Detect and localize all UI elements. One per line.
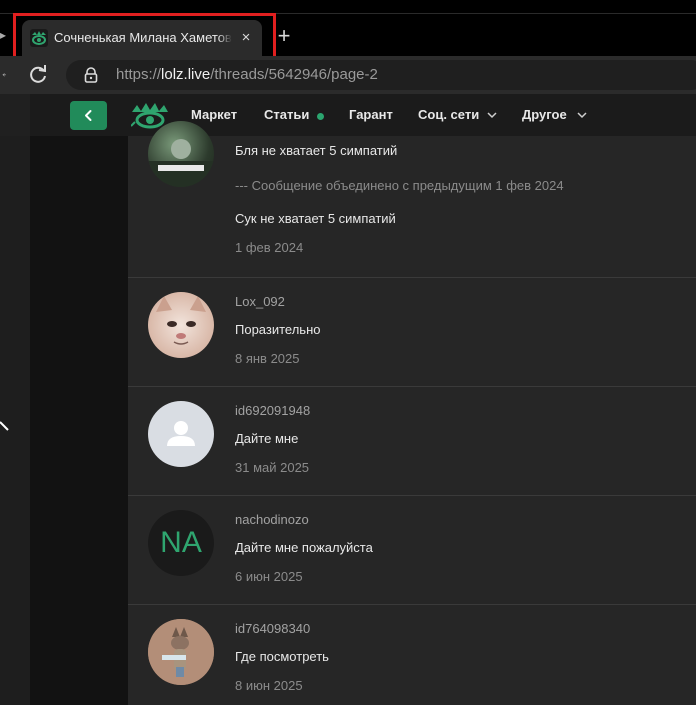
tab-highlight-box — [13, 13, 276, 59]
post-message: Дайте мне пожалуйста — [235, 540, 373, 555]
previous-tab-edge[interactable]: ▸ — [0, 28, 8, 44]
list-item: Lox_092 Поразительно 8 янв 2025 — [128, 277, 696, 386]
list-item: NA nachodinozo Дайте мне пожалуйста 6 ию… — [128, 495, 696, 604]
list-item: Бля не хватает 5 симпатий --- Сообщение … — [128, 106, 696, 277]
post-username[interactable]: id692091948 — [235, 403, 310, 419]
cat-avatar-icon — [148, 619, 214, 685]
nav-left-strip — [0, 94, 30, 136]
avatar-initials: NA — [160, 526, 202, 559]
post-date[interactable]: 6 июн 2025 — [235, 569, 303, 585]
reload-icon[interactable] — [26, 62, 50, 86]
post-message: Дайте мне — [235, 431, 299, 446]
post-username[interactable]: nachodinozo — [235, 512, 309, 528]
list-item: id692091948 Дайте мне 31 май 2025 — [128, 386, 696, 495]
url-input[interactable]: https://lolz.live/threads/5642946/page-2 — [66, 60, 696, 90]
avatar[interactable]: NA — [148, 510, 214, 576]
avatar[interactable] — [148, 619, 214, 685]
avatar[interactable] — [148, 401, 214, 467]
post-message: Бля не хватает 5 симпатий — [235, 143, 398, 158]
page-left-rail — [30, 94, 128, 705]
back-arrow-edge-icon[interactable]: ← — [0, 65, 6, 85]
post-date[interactable]: 1 фев 2024 — [235, 240, 303, 256]
avatar[interactable] — [148, 121, 214, 187]
url-path: /threads/5642946/page-2 — [210, 66, 378, 83]
url-prefix: https:// — [116, 66, 162, 83]
chevron-left-icon — [85, 110, 92, 121]
avatar[interactable] — [148, 292, 214, 358]
url-domain: lolz.live — [161, 66, 211, 83]
post-message: Поразительно — [235, 322, 321, 337]
address-bar-row: ← https://lolz.live/threads/5642946/page… — [0, 56, 696, 94]
page-left-sidebar — [0, 94, 30, 705]
post-message: Где посмотреть — [235, 649, 329, 664]
lock-icon[interactable] — [84, 67, 98, 83]
post-date[interactable]: 8 янв 2025 — [235, 351, 300, 367]
default-user-icon — [167, 421, 195, 446]
post-message: Сук не хватает 5 симпатий — [235, 211, 396, 226]
tab-strip: ▸ Сочненькая Милана Хаметова 1 × + — [0, 0, 696, 59]
new-tab-icon[interactable]: + — [273, 25, 295, 47]
avatar-image-icon — [148, 139, 214, 187]
back-button[interactable] — [70, 101, 107, 130]
url-text: https://lolz.live/threads/5642946/page-2 — [116, 67, 378, 83]
post-date[interactable]: 31 май 2025 — [235, 460, 309, 476]
post-username[interactable]: id764098340 — [235, 621, 310, 637]
post-username[interactable]: Lox_092 — [235, 294, 285, 310]
cat-avatar-icon — [156, 296, 206, 345]
list-item: id764098340 Где посмотреть 8 июн 2025 — [128, 604, 696, 705]
mouse-cursor-icon — [0, 421, 9, 431]
merged-note: --- Сообщение объединено с предыдущим 1 … — [235, 178, 564, 193]
post-date[interactable]: 8 июн 2025 — [235, 678, 303, 694]
posts-list: Бля не хватает 5 симпатий --- Сообщение … — [128, 121, 696, 705]
